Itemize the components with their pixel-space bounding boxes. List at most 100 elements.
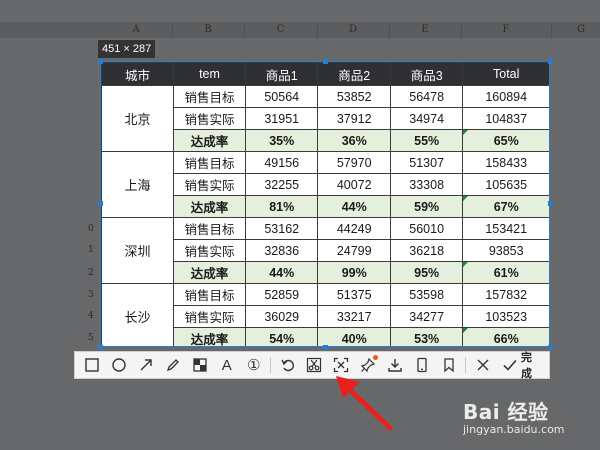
value-cell: 49156	[244, 151, 319, 174]
value-cell: 50564	[244, 85, 319, 108]
selection-size-label: 451 × 287	[98, 40, 156, 58]
checkmark-icon	[503, 359, 517, 371]
value-cell: 34277	[389, 305, 464, 328]
value-cell: 95%	[389, 261, 464, 284]
header-item: tem	[173, 62, 246, 86]
column-f-header[interactable]: F	[461, 22, 551, 38]
resize-handle-top-right[interactable]	[548, 59, 553, 64]
value-cell: 53162	[244, 217, 319, 240]
row-number: 1	[88, 245, 94, 255]
value-text: 34277	[409, 309, 445, 324]
value-cell: 40%	[317, 327, 391, 346]
cell-comment-marker	[463, 262, 469, 267]
header-product-3: 商品3	[389, 62, 464, 86]
value-text: 50564	[264, 89, 300, 104]
bookmark-tool[interactable]	[435, 352, 462, 378]
value-cell: 34974	[389, 107, 464, 130]
value-cell: 105635	[462, 173, 549, 196]
ellipse-tool[interactable]	[106, 352, 133, 378]
value-cell: 36029	[244, 305, 319, 328]
value-text: 44%	[341, 199, 367, 214]
metric-cell: 销售实际	[173, 305, 246, 328]
arrow-tool[interactable]	[133, 352, 160, 378]
value-text: 44249	[336, 221, 372, 236]
header-city: 城市	[101, 62, 174, 86]
resize-handle-bottom-right[interactable]	[548, 345, 553, 350]
finish-button[interactable]: 完成	[496, 352, 549, 380]
value-text: 36029	[264, 309, 300, 324]
mosaic-tool[interactable]	[187, 352, 214, 378]
metric-cell: 销售目标	[173, 151, 246, 174]
rectangle-tool[interactable]	[79, 352, 106, 378]
pen-tool[interactable]	[160, 352, 187, 378]
value-text: 56010	[409, 221, 445, 236]
value-cell: 37912	[317, 107, 391, 130]
city-cell: 深圳	[101, 217, 174, 284]
value-cell: 35%	[244, 129, 319, 152]
resize-handle-right[interactable]	[548, 201, 553, 206]
number-tool[interactable]: ①	[240, 352, 267, 378]
undo-icon	[280, 359, 294, 372]
value-cell: 44249	[317, 217, 391, 240]
value-cell: 33308	[389, 173, 464, 196]
value-cell: 61%	[462, 261, 549, 284]
metric-cell: 销售目标	[173, 217, 246, 240]
metric-cell: 达成率	[173, 195, 246, 218]
value-cell: 32255	[244, 173, 319, 196]
close-button[interactable]	[469, 352, 496, 378]
watermark-url: jingyan.baidu.com	[463, 423, 565, 436]
finish-label: 完成	[521, 352, 533, 380]
crop-tool[interactable]	[301, 352, 328, 378]
value-text: 157832	[485, 287, 528, 302]
table-row: 北京 销售目标 50564 53852 56478 160894	[101, 85, 549, 152]
value-text: 54%	[269, 331, 295, 346]
value-text: 36218	[409, 243, 445, 258]
column-e-header[interactable]: E	[389, 22, 461, 38]
download-icon	[388, 359, 402, 372]
value-text: 44%	[269, 265, 295, 280]
column-c-header[interactable]: C	[244, 22, 317, 38]
number-icon: ①	[246, 356, 261, 374]
value-cell: 65%	[462, 129, 549, 152]
row-number: 2	[88, 268, 94, 278]
value-cell: 59%	[389, 195, 464, 218]
table-row: 长沙 销售目标 52859 51375 53598 157832	[101, 283, 549, 346]
value-text: 51375	[336, 287, 372, 302]
value-cell: 153421	[462, 217, 549, 240]
value-text: 66%	[493, 331, 519, 346]
value-text: 33217	[336, 309, 372, 324]
value-cell: 53852	[317, 85, 391, 108]
text-tool[interactable]: A	[213, 352, 240, 378]
value-cell: 66%	[462, 327, 549, 346]
value-text: 32255	[264, 177, 300, 192]
resize-handle-top-left[interactable]	[98, 59, 103, 64]
bookmark-icon	[444, 358, 454, 373]
undo-button[interactable]	[274, 352, 301, 378]
column-b-header[interactable]: B	[172, 22, 244, 38]
phone-tool[interactable]	[409, 352, 436, 378]
table-row: 上海 销售目标 49156 57970 51307 158433	[101, 151, 549, 218]
toolbar-separator	[270, 357, 272, 373]
value-cell: 53%	[389, 327, 464, 346]
resize-handle-top[interactable]	[323, 59, 328, 64]
value-cell: 104837	[462, 107, 549, 130]
value-text: 32836	[264, 243, 300, 258]
column-a-header[interactable]: A	[100, 22, 172, 38]
value-text: 93853	[488, 243, 524, 258]
value-text: 36%	[341, 133, 367, 148]
value-text: 51307	[409, 155, 445, 170]
column-d-header[interactable]: D	[317, 22, 389, 38]
cell-comment-marker	[463, 328, 469, 333]
capture-region[interactable]: 城市 tem 商品1 商品2 商品3 Total 北京 销售目标 50564 5385…	[100, 61, 550, 347]
value-cell: 52859	[244, 283, 319, 306]
header-total: Total	[462, 62, 549, 86]
column-g-header[interactable]: G	[551, 22, 600, 38]
notification-dot	[372, 355, 378, 360]
close-icon	[477, 359, 489, 371]
resize-handle-bottom-left[interactable]	[98, 345, 103, 350]
value-cell: 32836	[244, 239, 319, 262]
value-cell: 103523	[462, 305, 549, 328]
resize-handle-left[interactable]	[98, 201, 103, 206]
resize-handle-bottom[interactable]	[323, 345, 328, 350]
value-cell: 157832	[462, 283, 549, 306]
